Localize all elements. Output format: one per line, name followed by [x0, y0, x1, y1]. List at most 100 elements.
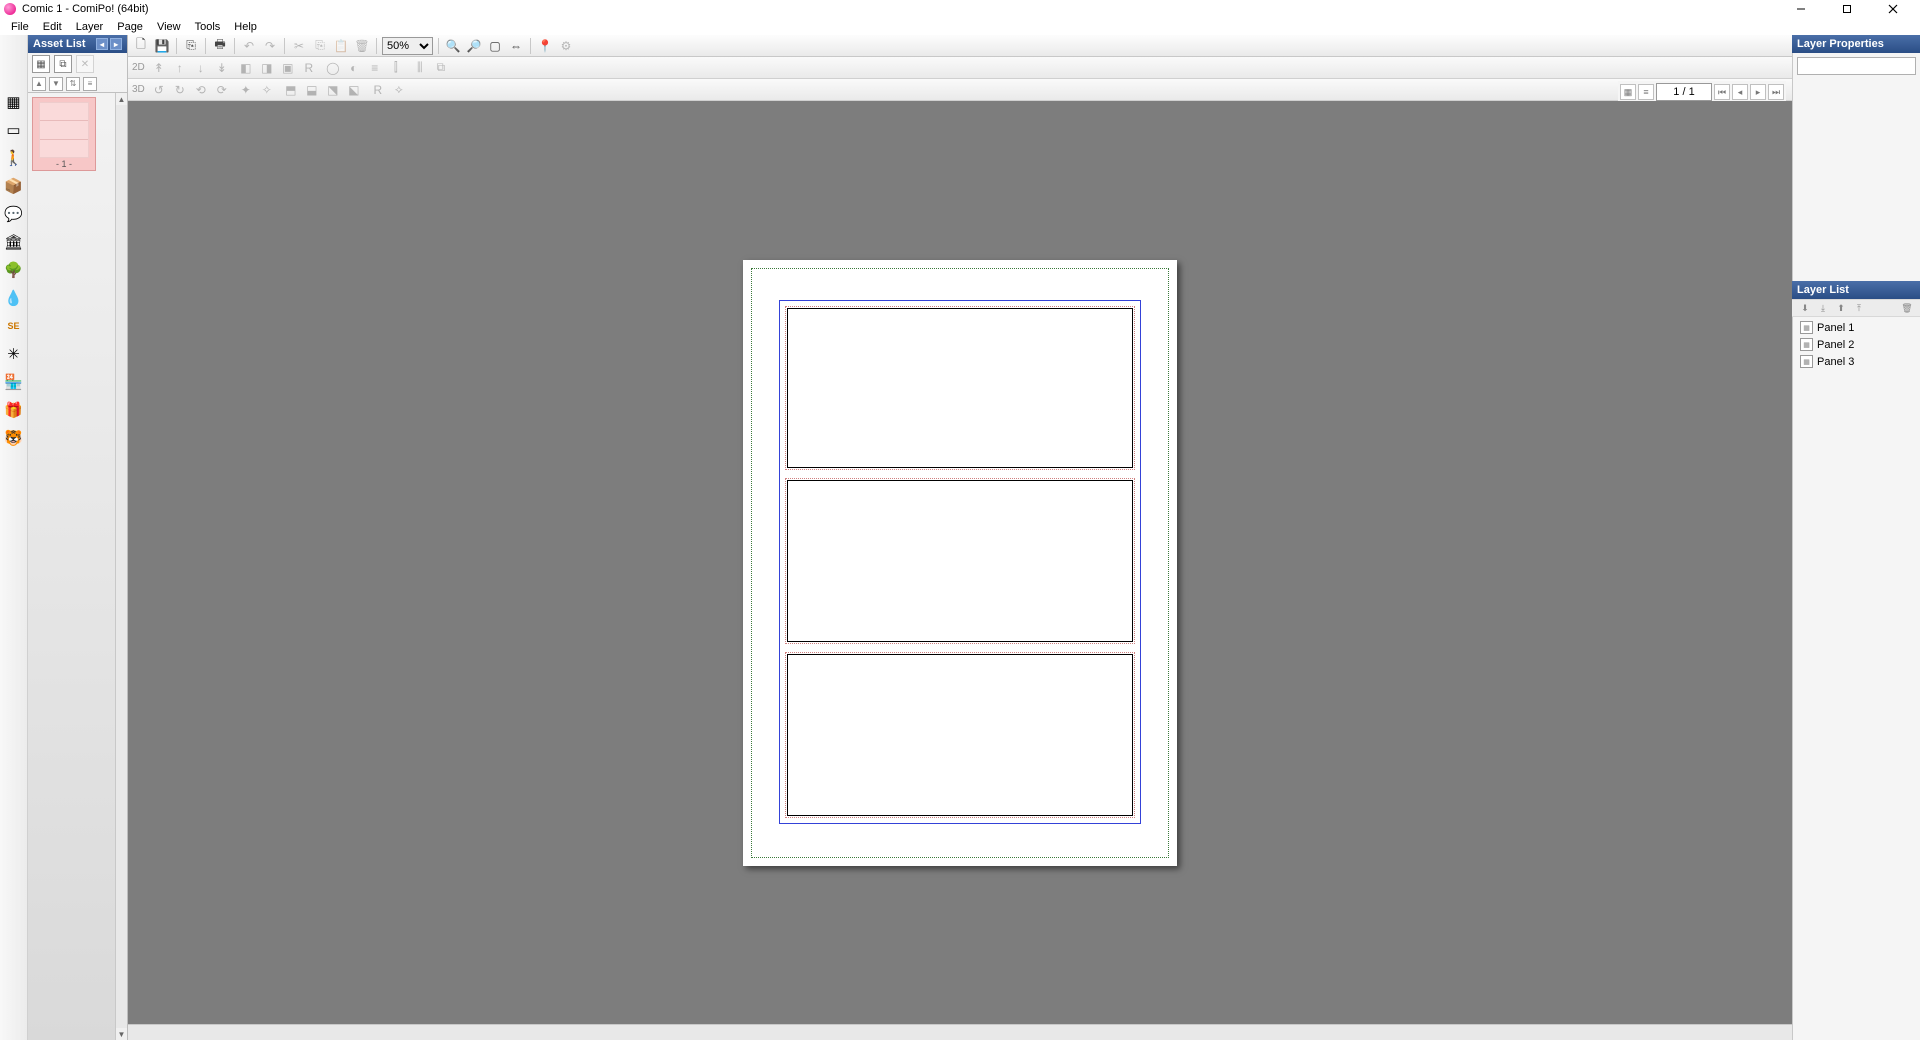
new-file-icon[interactable]: 🗋 — [132, 37, 150, 55]
layer-top-icon[interactable]: ⤒ — [1852, 301, 1866, 315]
face-icon[interactable]: 🐯 — [3, 427, 25, 449]
layer-properties-title: Layer Properties — [1797, 38, 1884, 50]
zoom-select[interactable]: 25%50%75%100%150%200% — [382, 37, 433, 55]
page-thumbnail-1[interactable]: - 1 - — [32, 97, 96, 171]
2d-btn-11: ≡ — [366, 59, 384, 77]
zoom-in-icon[interactable]: 🔍 — [444, 37, 462, 55]
layer-row[interactable]: ▦ Panel 2 — [1797, 336, 1916, 353]
3d-btn-7: ⬒ — [282, 81, 300, 99]
first-page-icon[interactable]: ⏮ — [1714, 84, 1730, 100]
asset-sort-icon[interactable]: ⇅ — [66, 77, 80, 91]
layer-down-icon[interactable]: ⬇ — [1798, 301, 1812, 315]
layer-name: Panel 1 — [1817, 322, 1854, 334]
asset-panel: Asset List ◂ ▸ ▦ ⧉ ✕ ▲ ▼ ⇅ ≡ - 1 - — [28, 35, 128, 1040]
layer-trash-icon[interactable]: 🗑 — [1900, 301, 1914, 315]
asset-collapse-icon[interactable]: ◂ — [96, 38, 108, 50]
menu-help[interactable]: Help — [227, 20, 264, 34]
prev-page-icon[interactable]: ◂ — [1732, 84, 1748, 100]
panel-layout-icon[interactable]: ▦ — [3, 91, 25, 113]
panel-frame-icon[interactable]: ▭ — [3, 119, 25, 141]
shop-icon[interactable]: 🏪 — [3, 371, 25, 393]
save-icon[interactable]: 💾 — [153, 37, 171, 55]
export-icon[interactable]: ⎘ — [182, 37, 200, 55]
close-button[interactable] — [1870, 0, 1916, 18]
layer-icon: ▦ — [1800, 338, 1813, 351]
layer-properties-panel: Layer Properties — [1792, 35, 1920, 281]
pin-icon[interactable]: 📍 — [536, 37, 554, 55]
page-indicator: 1 / 1 — [1656, 83, 1712, 101]
zoom-out-icon[interactable]: 🔎 — [465, 37, 483, 55]
layer-list-body: ▦ Panel 1 ▦ Panel 2 ▦ Panel 3 — [1793, 317, 1920, 372]
menu-layer[interactable]: Layer — [69, 20, 111, 34]
sound-effect-icon[interactable]: SE — [3, 315, 25, 337]
layer-icon: ▦ — [1800, 321, 1813, 334]
panel-3[interactable] — [787, 654, 1133, 816]
asset-expand-icon[interactable]: ▸ — [110, 38, 122, 50]
copy-icon: ⎘ — [311, 37, 329, 55]
next-page-icon[interactable]: ▸ — [1750, 84, 1766, 100]
print-icon[interactable]: 🖶 — [211, 37, 229, 55]
right-column: Layer Properties Layer List ⬇ ⤓ ⬆ ⤒ 🗑 — [1792, 35, 1920, 1040]
toolbar-2d-label: 2D — [132, 62, 145, 73]
asset-down-icon[interactable]: ▼ — [49, 77, 63, 91]
minimize-button[interactable] — [1778, 0, 1824, 18]
horizontal-scrollbar[interactable] — [128, 1024, 1792, 1040]
delete-icon: 🗑 — [353, 37, 371, 55]
canvas-area[interactable] — [128, 101, 1792, 1024]
layer-icon: ▦ — [1800, 355, 1813, 368]
title-bar: Comic 1 - ComiPo! (64bit) — [0, 0, 1920, 18]
toolbar-2d: 2D ↟ ↑ ↓ ↡ ◧ ◨ ▣ R ◯ ◐ ≡ ⫿ ⫼ ⧉ — [128, 57, 1792, 79]
asset-subbar: ▲ ▼ ⇅ ≡ — [28, 75, 127, 93]
gift-icon[interactable]: 🎁 — [3, 399, 25, 421]
asset-panel-header: Asset List ◂ ▸ — [28, 35, 127, 53]
menu-file[interactable]: File — [4, 20, 36, 34]
menu-edit[interactable]: Edit — [36, 20, 69, 34]
layer-bottom-icon[interactable]: ⤓ — [1816, 301, 1830, 315]
3d-btn-1: ↺ — [150, 81, 168, 99]
layer-list-header: Layer List — [1792, 281, 1920, 299]
2d-btn-4: ↡ — [213, 59, 231, 77]
asset-new-icon[interactable]: ▦ — [32, 55, 50, 73]
layer-name: Panel 3 — [1817, 356, 1854, 368]
panel-2[interactable] — [787, 480, 1133, 642]
layer-row[interactable]: ▦ Panel 3 — [1797, 353, 1916, 370]
character-icon[interactable]: 🚶 — [3, 147, 25, 169]
last-page-icon[interactable]: ⏭ — [1768, 84, 1784, 100]
menu-view[interactable]: View — [150, 20, 188, 34]
3d-btn-3: ⟲ — [192, 81, 210, 99]
toolbar-3d: 3D ↺ ↻ ⟲ ⟳ ✦ ✧ ⬒ ⬓ ⬔ ⬕ R ⟡ — [128, 79, 1792, 101]
fit-width-icon[interactable]: ⇔ — [507, 37, 525, 55]
3d-btn-10: ⬕ — [345, 81, 363, 99]
toolbar-3d-label: 3D — [132, 84, 145, 95]
page-grid-icon[interactable]: ▦ — [1620, 84, 1636, 100]
panel-1[interactable] — [787, 308, 1133, 468]
balloon-icon[interactable]: 💬 — [3, 203, 25, 225]
page-list-icon[interactable]: ≡ — [1638, 84, 1654, 100]
3d-btn-12: ⟡ — [390, 81, 408, 99]
2d-btn-14: ⧉ — [432, 59, 450, 77]
window-title: Comic 1 - ComiPo! (64bit) — [22, 3, 149, 15]
2d-btn-3: ↓ — [192, 59, 210, 77]
2d-btn-9: ◯ — [324, 59, 342, 77]
drop-icon[interactable]: 💧 — [3, 287, 25, 309]
menu-tools[interactable]: Tools — [188, 20, 228, 34]
effect-icon[interactable]: ✳ — [3, 343, 25, 365]
layer-up-icon[interactable]: ⬆ — [1834, 301, 1848, 315]
asset-dup-icon[interactable]: ⧉ — [54, 55, 72, 73]
layer-properties-field[interactable] — [1797, 57, 1916, 75]
3d-object-icon[interactable]: 📦 — [3, 175, 25, 197]
fit-page-icon[interactable]: ▢ — [486, 37, 504, 55]
3d-btn-11: R — [369, 81, 387, 99]
2d-btn-10: ◐ — [345, 59, 363, 77]
asset-more-icon[interactable]: ≡ — [83, 77, 97, 91]
scroll-down-icon[interactable]: ▼ — [116, 1028, 127, 1040]
tree-icon[interactable]: 🌳 — [3, 259, 25, 281]
asset-scrollbar[interactable]: ▲ ▼ — [115, 93, 127, 1040]
maximize-button[interactable] — [1824, 0, 1870, 18]
asset-up-icon[interactable]: ▲ — [32, 77, 46, 91]
layer-row[interactable]: ▦ Panel 1 — [1797, 319, 1916, 336]
scroll-up-icon[interactable]: ▲ — [116, 93, 127, 105]
comic-page[interactable] — [743, 260, 1177, 866]
menu-page[interactable]: Page — [110, 20, 150, 34]
building-icon[interactable]: 🏛 — [3, 231, 25, 253]
